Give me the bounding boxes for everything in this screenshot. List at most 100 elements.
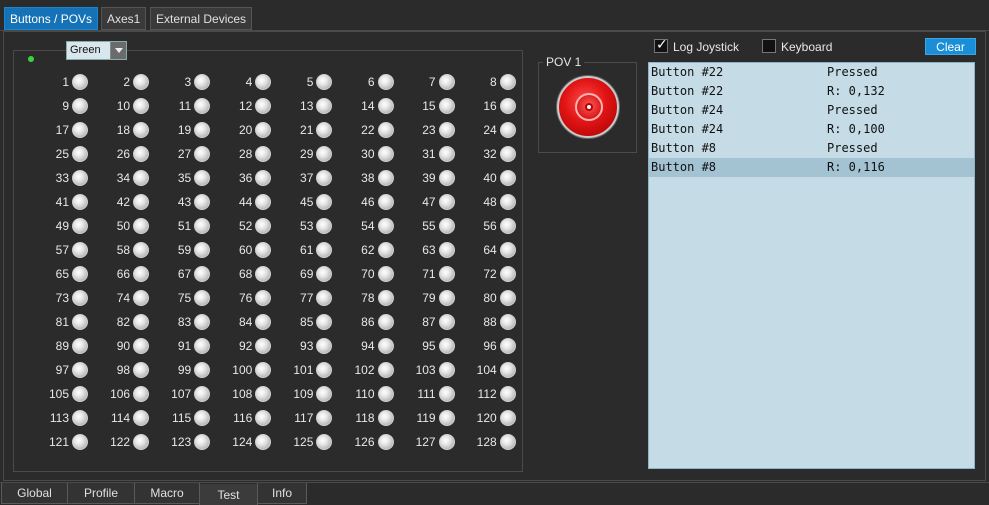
joystick-button-number: 80 bbox=[483, 291, 497, 305]
button-state-indicator-icon bbox=[316, 170, 333, 186]
tab-external-devices[interactable]: External Devices bbox=[150, 7, 253, 30]
log-event: R: 0,100 bbox=[827, 122, 885, 136]
joystick-button-number: 66 bbox=[116, 267, 131, 281]
joystick-button-number: 114 bbox=[110, 411, 131, 425]
joystick-button-number: 20 bbox=[238, 123, 253, 137]
joystick-button-number: 44 bbox=[238, 195, 253, 209]
joystick-button: 58 bbox=[89, 242, 150, 260]
log-joystick-label: Log Joystick bbox=[673, 40, 740, 54]
clear-button[interactable]: Clear bbox=[925, 38, 976, 55]
log-row[interactable]: Button #24 Pressed bbox=[649, 101, 974, 120]
joystick-button: 119 bbox=[395, 410, 455, 428]
joystick-button-number: 62 bbox=[361, 243, 375, 257]
joystick-button-number: 36 bbox=[238, 171, 253, 185]
button-state-indicator-icon bbox=[499, 290, 516, 306]
button-state-indicator-icon bbox=[499, 146, 516, 162]
joystick-button-number: 53 bbox=[300, 219, 314, 233]
joystick-button-number: 38 bbox=[361, 171, 375, 185]
joystick-button: 26 bbox=[89, 146, 150, 164]
color-select[interactable]: Green bbox=[66, 41, 127, 60]
joystick-button: 56 bbox=[456, 218, 516, 236]
joystick-button: 41 bbox=[28, 194, 88, 212]
button-state-indicator-icon bbox=[377, 362, 394, 378]
joystick-button-number: 112 bbox=[477, 387, 497, 401]
joystick-button: 92 bbox=[211, 338, 272, 356]
bottom-tab-bar: Global Profile Macro Test Info bbox=[0, 482, 989, 505]
joystick-button-number: 117 bbox=[294, 411, 314, 425]
button-state-indicator-icon bbox=[194, 386, 211, 402]
tab-buttons-povs[interactable]: Buttons / POVs bbox=[4, 7, 99, 30]
joystick-button-number: 92 bbox=[238, 339, 253, 353]
button-state-indicator-icon bbox=[316, 290, 333, 306]
tab-profile[interactable]: Profile bbox=[67, 483, 135, 504]
joystick-button: 18 bbox=[89, 122, 150, 140]
joystick-button-number: 22 bbox=[361, 123, 375, 137]
joystick-button-number: 120 bbox=[476, 411, 497, 425]
log-event: R: 0,116 bbox=[827, 160, 885, 174]
log-row[interactable]: Button #8 R: 0,116 bbox=[649, 158, 974, 177]
joystick-button-number: 5 bbox=[306, 75, 314, 89]
joystick-button: 54 bbox=[334, 218, 394, 236]
pov-hat-icon bbox=[557, 76, 619, 138]
joystick-button-number: 4 bbox=[245, 75, 253, 89]
button-state-indicator-icon bbox=[72, 386, 88, 402]
joystick-button-number: 1 bbox=[62, 75, 69, 89]
joystick-button: 57 bbox=[28, 242, 88, 260]
joystick-button-number: 42 bbox=[116, 195, 131, 209]
joystick-button-number: 61 bbox=[300, 243, 314, 257]
button-state-indicator-icon bbox=[377, 170, 394, 186]
joystick-button-number: 27 bbox=[177, 147, 192, 161]
event-log-list[interactable]: Button #22 Pressed Button #22 R: 0,132 Butto… bbox=[648, 62, 975, 469]
joystick-button-number: 90 bbox=[116, 339, 131, 353]
keyboard-checkbox[interactable] bbox=[762, 39, 776, 53]
joystick-button-number: 124 bbox=[232, 435, 253, 449]
tab-axes1[interactable]: Axes1 bbox=[101, 7, 147, 30]
button-state-indicator-icon bbox=[133, 266, 150, 282]
joystick-button-number: 17 bbox=[55, 123, 69, 137]
joystick-button-number: 57 bbox=[55, 243, 69, 257]
joystick-button: 65 bbox=[28, 266, 88, 284]
tab-test[interactable]: Test bbox=[199, 484, 258, 505]
button-state-indicator-icon bbox=[438, 242, 455, 258]
joystick-button: 33 bbox=[28, 170, 88, 188]
joystick-button-number: 100 bbox=[232, 363, 253, 377]
button-state-indicator-icon bbox=[499, 338, 516, 354]
checkmark-icon: ✓ bbox=[656, 36, 668, 52]
joystick-button: 97 bbox=[28, 362, 88, 380]
log-joystick-checkbox[interactable]: ✓ bbox=[654, 36, 668, 53]
top-tab-bar: Buttons / POVs Axes1 External Devices bbox=[0, 0, 989, 31]
joystick-button-number: 43 bbox=[177, 195, 192, 209]
joystick-button: 68 bbox=[211, 266, 272, 284]
log-row[interactable]: Button #22 R: 0,132 bbox=[649, 82, 974, 101]
chevron-down-icon[interactable] bbox=[110, 42, 126, 59]
joystick-button-number: 68 bbox=[238, 267, 253, 281]
log-row[interactable]: Button #24 R: 0,100 bbox=[649, 120, 974, 139]
button-state-indicator-icon bbox=[194, 338, 211, 354]
joystick-button-number: 84 bbox=[238, 315, 253, 329]
joystick-button-number: 85 bbox=[300, 315, 314, 329]
joystick-button-number: 21 bbox=[300, 123, 314, 137]
tab-global[interactable]: Global bbox=[1, 483, 68, 504]
joystick-button-number: 73 bbox=[55, 291, 69, 305]
button-state-indicator-icon bbox=[255, 434, 272, 450]
joystick-button: 101 bbox=[272, 362, 333, 380]
joystick-button-number: 9 bbox=[62, 99, 69, 113]
log-event: Pressed bbox=[827, 65, 878, 79]
joystick-button-number: 75 bbox=[177, 291, 192, 305]
joystick-button-number: 127 bbox=[415, 435, 436, 449]
button-state-indicator-icon bbox=[316, 146, 333, 162]
joystick-button: 10 bbox=[89, 98, 150, 116]
tab-info[interactable]: Info bbox=[257, 483, 307, 504]
button-state-indicator-icon bbox=[316, 386, 333, 402]
tab-macro[interactable]: Macro bbox=[134, 483, 200, 504]
joystick-button-number: 13 bbox=[300, 99, 314, 113]
button-state-indicator-icon bbox=[194, 242, 211, 258]
log-row[interactable]: Button #8 Pressed bbox=[649, 139, 974, 158]
log-row[interactable]: Button #22 Pressed bbox=[649, 63, 974, 82]
joystick-button: 28 bbox=[211, 146, 272, 164]
joystick-button-number: 83 bbox=[177, 315, 192, 329]
joystick-button-number: 51 bbox=[177, 219, 192, 233]
joystick-button: 8 bbox=[456, 74, 516, 92]
joystick-button-number: 94 bbox=[361, 339, 375, 353]
joystick-button: 120 bbox=[456, 410, 516, 428]
